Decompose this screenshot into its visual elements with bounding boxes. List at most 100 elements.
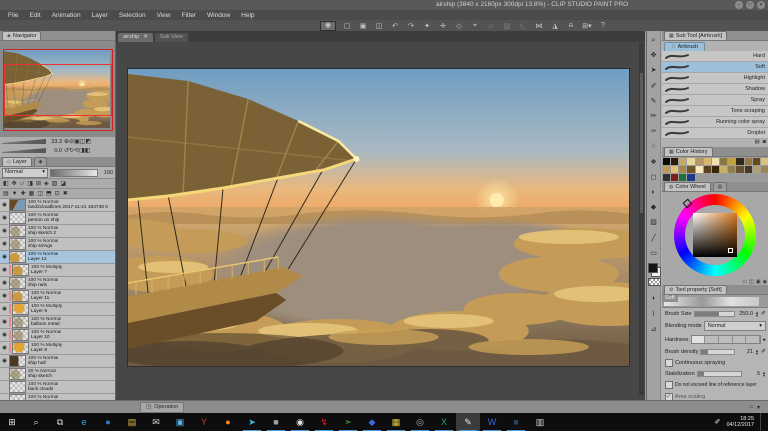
color-swatch[interactable] bbox=[728, 158, 735, 165]
layer-tool-icon[interactable]: ▦ bbox=[29, 190, 35, 197]
taskbar-app-blue[interactable]: ◆ bbox=[360, 413, 384, 431]
color-swatch[interactable] bbox=[696, 158, 703, 165]
layer-row[interactable]: ◉100 % MultiplyLayer 5 bbox=[0, 303, 115, 316]
layer-tool-icon[interactable]: ▱ bbox=[20, 180, 25, 187]
sub-tool-footer-icon[interactable]: ◙ bbox=[763, 139, 766, 147]
layer-row[interactable]: ◉100 % MultiplyLayer 7 bbox=[0, 264, 115, 277]
color-swatch[interactable] bbox=[745, 174, 752, 181]
correct-line-icon[interactable]: ⌇ bbox=[652, 307, 655, 322]
layer-row[interactable]: 20 % Normalship sketch bbox=[0, 368, 115, 381]
maximize-button[interactable]: □ bbox=[746, 1, 754, 9]
layer-thumbnail[interactable] bbox=[9, 381, 26, 393]
toolbar-icon-15[interactable]: ⍾ bbox=[566, 22, 576, 30]
layer-visibility-eye-icon[interactable]: ◉ bbox=[0, 228, 9, 234]
brush-running-color-spray[interactable]: Running color spray bbox=[662, 117, 768, 128]
pencil-icon[interactable]: ✏ bbox=[651, 109, 657, 124]
menu-layer[interactable]: Layer bbox=[92, 12, 108, 19]
nav-rotate-slider[interactable] bbox=[2, 148, 46, 153]
layer-visibility-eye-icon[interactable]: ◉ bbox=[0, 241, 9, 247]
brush-shadow[interactable]: Shadow bbox=[662, 84, 768, 95]
layer-visibility-eye-icon[interactable]: ◉ bbox=[0, 202, 9, 208]
layer-tool-icon[interactable]: ⬒ bbox=[46, 190, 52, 197]
tab-layer-property[interactable]: ◆ bbox=[34, 157, 48, 166]
color-swatch[interactable] bbox=[736, 174, 743, 181]
canvas-vertical-scrollbar[interactable] bbox=[639, 43, 644, 395]
toolbar-icon-10[interactable]: ▱ bbox=[486, 22, 496, 30]
blend-mode-select[interactable]: Normal▾ bbox=[2, 168, 48, 178]
taskbar-excel[interactable]: X bbox=[432, 413, 456, 431]
color-swatch[interactable] bbox=[712, 174, 719, 181]
tab-sub-tool[interactable]: ▦ Sub Tool [Airbrush] bbox=[664, 31, 727, 40]
ruler-icon[interactable]: ⊿ bbox=[651, 322, 657, 337]
taskbar-word[interactable]: W bbox=[480, 413, 504, 431]
blending-mode-select[interactable]: Normal ▾ bbox=[704, 321, 766, 331]
start-button[interactable]: ⊞ bbox=[0, 413, 24, 431]
toolbar-icon-5[interactable]: ↷ bbox=[406, 22, 416, 30]
layer-row[interactable]: ◉100 % Normalland2cloudlines 2017-11-21 … bbox=[0, 199, 115, 212]
group-tab-airbrush[interactable]: ⁙ Airbrush bbox=[664, 42, 705, 51]
color-swatch[interactable] bbox=[704, 166, 711, 173]
layer-visibility-eye-icon[interactable]: ◉ bbox=[0, 254, 9, 260]
toolbar-icon-16[interactable]: ⊞▾ bbox=[582, 22, 592, 30]
blend-icon[interactable]: ◐ bbox=[651, 185, 655, 200]
layer-visibility-eye-icon[interactable]: ◉ bbox=[0, 345, 9, 351]
color-swatch[interactable] bbox=[712, 158, 719, 165]
layer-row[interactable]: ◉100 % NormalLayer 11 bbox=[0, 290, 115, 303]
wheel-foot-icon-2[interactable]: ◫ bbox=[749, 279, 754, 285]
saturation-value-square[interactable] bbox=[693, 213, 737, 257]
layer-tool-icon[interactable]: ◧ bbox=[3, 180, 9, 187]
sub-tool-footer-icon[interactable]: ▤ bbox=[754, 139, 759, 147]
move-icon[interactable]: ✥ bbox=[651, 48, 657, 63]
frame-icon[interactable]: ▭ bbox=[650, 246, 657, 261]
layer-thumbnail[interactable] bbox=[9, 277, 26, 289]
color-swatch[interactable] bbox=[687, 174, 694, 181]
wheel-foot-icon-4[interactable]: ◉ bbox=[763, 279, 767, 285]
wheel-foot-icon-3[interactable]: ▣ bbox=[756, 279, 761, 285]
color-swatch[interactable] bbox=[745, 158, 752, 165]
stabilization-slider[interactable] bbox=[697, 371, 742, 377]
layer-thumbnail[interactable] bbox=[9, 199, 26, 211]
brush-icon[interactable]: ✑ bbox=[651, 124, 657, 139]
color-swatch[interactable] bbox=[753, 158, 760, 165]
brush-size-stepper[interactable]: ▲▼ bbox=[755, 311, 759, 317]
menu-window[interactable]: Window bbox=[207, 12, 230, 19]
taskbar-ball[interactable]: ◉ bbox=[288, 413, 312, 431]
taskbar-browser-blue[interactable]: ● bbox=[96, 413, 120, 431]
pen-pressure-icon[interactable]: ✐ bbox=[761, 348, 766, 355]
layer-row[interactable]: ◉100 % NormalLayer 10 bbox=[0, 329, 115, 342]
color-swatch[interactable] bbox=[663, 166, 670, 173]
nav-zoom-slider[interactable] bbox=[2, 139, 46, 144]
layer-thumbnail[interactable] bbox=[9, 368, 26, 380]
eyedropper-icon[interactable]: ✐ bbox=[651, 79, 657, 94]
color-swatch[interactable] bbox=[663, 174, 670, 181]
layer-tool-icon[interactable]: ▤ bbox=[3, 190, 9, 197]
menu-animation[interactable]: Animation bbox=[52, 12, 81, 19]
taskbar-app-grey[interactable]: ■ bbox=[264, 413, 288, 431]
layer-thumbnail[interactable] bbox=[9, 251, 26, 263]
tab-color-history[interactable]: ▦ Color History bbox=[664, 147, 713, 156]
taskbar-lightning[interactable]: ↯ bbox=[312, 413, 336, 431]
taskbar-task-view[interactable]: ⧉ bbox=[48, 413, 72, 431]
layer-row[interactable]: 100 % Normalback clouds bbox=[0, 381, 115, 394]
taskbar-clip-studio[interactable]: ✎ bbox=[456, 413, 480, 431]
eraser-icon[interactable]: ◻ bbox=[651, 170, 657, 185]
close-button[interactable]: ✕ bbox=[757, 1, 765, 9]
layer-visibility-eye-icon[interactable]: ◉ bbox=[0, 215, 9, 221]
layer-tool-icon[interactable]: ◨ bbox=[27, 180, 33, 187]
hardness-arrow-icon[interactable]: ▸ bbox=[763, 337, 766, 343]
color-swatch[interactable] bbox=[704, 158, 711, 165]
magnifier-icon[interactable]: ⌕ bbox=[652, 33, 656, 48]
color-swatch[interactable] bbox=[704, 174, 711, 181]
color-swatch[interactable] bbox=[720, 166, 727, 173]
taskbar-wheel[interactable]: ◎ bbox=[408, 413, 432, 431]
menu-help[interactable]: Help bbox=[241, 12, 254, 19]
canvas-tab-airship[interactable]: airship✕ bbox=[118, 33, 153, 42]
navigator-preview[interactable] bbox=[0, 41, 115, 137]
taskbar-search[interactable]: ⌕ bbox=[24, 413, 48, 431]
layer-tool-icon[interactable]: ⊞ bbox=[36, 180, 41, 187]
color-swatch[interactable] bbox=[696, 166, 703, 173]
color-swatch[interactable] bbox=[753, 174, 760, 181]
minimize-button[interactable]: – bbox=[735, 1, 743, 9]
layer-row[interactable]: ◉100 % Normalship rails bbox=[0, 277, 115, 290]
balloon-icon[interactable]: ◗ bbox=[651, 291, 655, 306]
